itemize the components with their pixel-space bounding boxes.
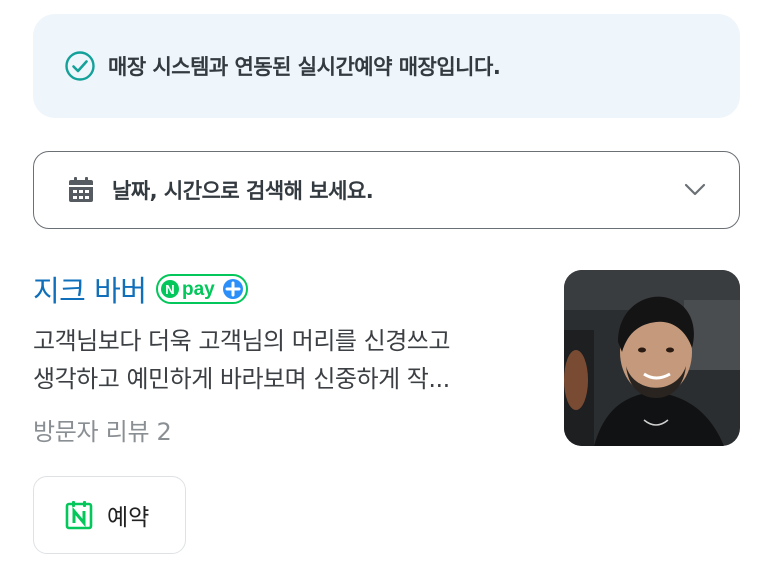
store-name-link[interactable]: 지크 바버 — [33, 268, 147, 310]
notice-text: 매장 시스템과 연동된 실시간예약 매장입니다. — [108, 55, 501, 79]
calendar-icon — [69, 177, 93, 202]
booking-button[interactable]: 예약 — [33, 476, 186, 554]
realtime-booking-notice: 매장 시스템과 연동된 실시간예약 매장입니다. — [33, 14, 740, 118]
date-search-placeholder: 날짜, 시간으로 검색해 보세요. — [112, 179, 374, 203]
store-header: 지크 바버 N pay — [33, 268, 249, 310]
naver-booking-icon — [65, 501, 93, 530]
booking-label: 예약 — [107, 505, 150, 531]
visitor-review-count[interactable]: 방문자 리뷰 2 — [33, 412, 172, 447]
svg-text:N: N — [166, 282, 175, 297]
date-time-search[interactable]: 날짜, 시간으로 검색해 보세요. — [33, 151, 740, 229]
check-circle-icon — [65, 51, 95, 81]
store-description: 고객님보다 더욱 고객님의 머리를 신경쓰고 생각하고 예민하게 바라보며 신중… — [33, 322, 543, 398]
store-photo[interactable] — [564, 270, 740, 446]
chevron-down-icon — [684, 183, 706, 196]
description-line-1: 고객님보다 더욱 고객님의 머리를 신경쓰고 — [33, 327, 450, 355]
npay-plus-badge: N pay — [156, 274, 249, 304]
svg-text:pay: pay — [182, 279, 215, 300]
description-line-2: 생각하고 예민하게 바라보며 신중하게 작... — [33, 365, 450, 393]
barber-profile-photo — [564, 270, 740, 446]
